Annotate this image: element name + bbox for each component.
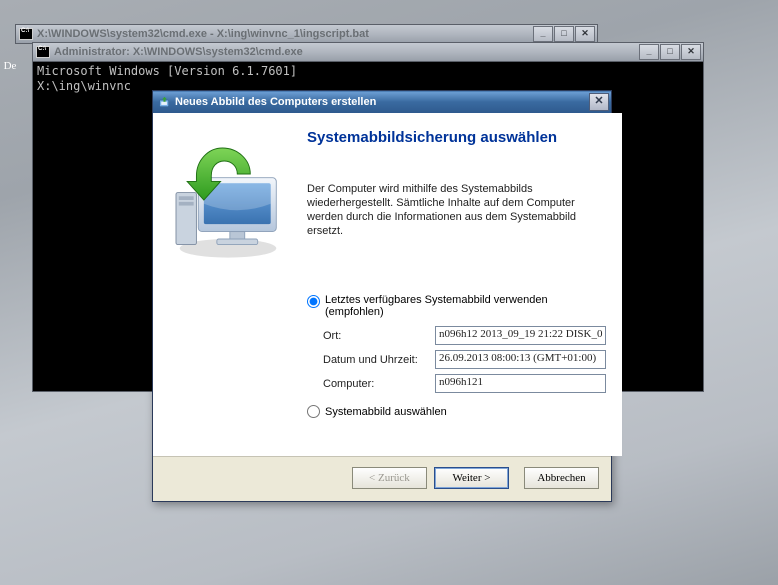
desktop-shortcut-label: De — [0, 60, 20, 72]
radio-select-image[interactable] — [307, 405, 320, 418]
wizard-titlebar[interactable]: Neues Abbild des Computers erstellen ✕ — [153, 91, 611, 113]
cmd-icon: C:\ — [19, 28, 33, 40]
cmd2-minimize-button[interactable]: _ — [639, 44, 659, 60]
cmd1-close-button[interactable]: ✕ — [575, 26, 595, 42]
wizard-title: Neues Abbild des Computers erstellen — [175, 96, 589, 108]
cmd2-maximize-button[interactable]: □ — [660, 44, 680, 60]
wizard-footer: < Zurück Weiter > Abbrechen — [153, 456, 611, 501]
cmd-icon: C:\ — [36, 46, 50, 58]
option-latest-image[interactable]: Letztes verfügbares Systemabbild verwend… — [307, 294, 606, 318]
restore-computer-icon — [163, 135, 293, 265]
field-computer-label: Computer: — [323, 378, 435, 390]
wizard-heading: Systemabbildsicherung auswählen — [307, 129, 606, 146]
field-datum-value[interactable]: 26.09.2013 08:00:13 (GMT+01:00) — [435, 350, 606, 369]
option-latest-image-label: Letztes verfügbares Systemabbild verwend… — [325, 294, 606, 318]
field-datum-label: Datum und Uhrzeit: — [323, 354, 435, 366]
field-ort-value[interactable]: n096h12 2013_09_19 21:22 DISK_0 — [435, 326, 606, 345]
cmd2-output-line: Microsoft Windows [Version 6.1.7601] — [37, 64, 699, 79]
wizard-graphic-pane — [153, 113, 301, 456]
field-ort-label: Ort: — [323, 330, 435, 342]
restore-icon — [157, 95, 171, 109]
cmd1-minimize-button[interactable]: _ — [533, 26, 553, 42]
wizard-description: Der Computer wird mithilfe des Systemabb… — [307, 182, 606, 238]
next-button[interactable]: Weiter > — [434, 467, 509, 489]
option-select-image-label: Systemabbild auswählen — [325, 406, 447, 418]
cancel-button[interactable]: Abbrechen — [524, 467, 599, 489]
back-button: < Zurück — [352, 467, 427, 489]
cmd1-title: X:\WINDOWS\system32\cmd.exe - X:\ing\win… — [37, 28, 533, 40]
cmd1-titlebar[interactable]: C:\ X:\WINDOWS\system32\cmd.exe - X:\ing… — [15, 24, 598, 44]
wizard-close-button[interactable]: ✕ — [589, 93, 609, 111]
reimage-wizard-dialog: Neues Abbild des Computers erstellen ✕ — [152, 90, 612, 502]
cmd2-titlebar[interactable]: C:\ Administrator: X:\WINDOWS\system32\c… — [32, 42, 704, 62]
option-select-image[interactable]: Systemabbild auswählen — [307, 405, 606, 418]
field-computer-value[interactable]: n096h121 — [435, 374, 606, 393]
cmd2-close-button[interactable]: ✕ — [681, 44, 701, 60]
cmd-window-1: C:\ X:\WINDOWS\system32\cmd.exe - X:\ing… — [15, 24, 598, 44]
cmd2-title: Administrator: X:\WINDOWS\system32\cmd.e… — [54, 46, 639, 58]
cmd1-maximize-button[interactable]: □ — [554, 26, 574, 42]
radio-latest-image[interactable] — [307, 295, 320, 308]
